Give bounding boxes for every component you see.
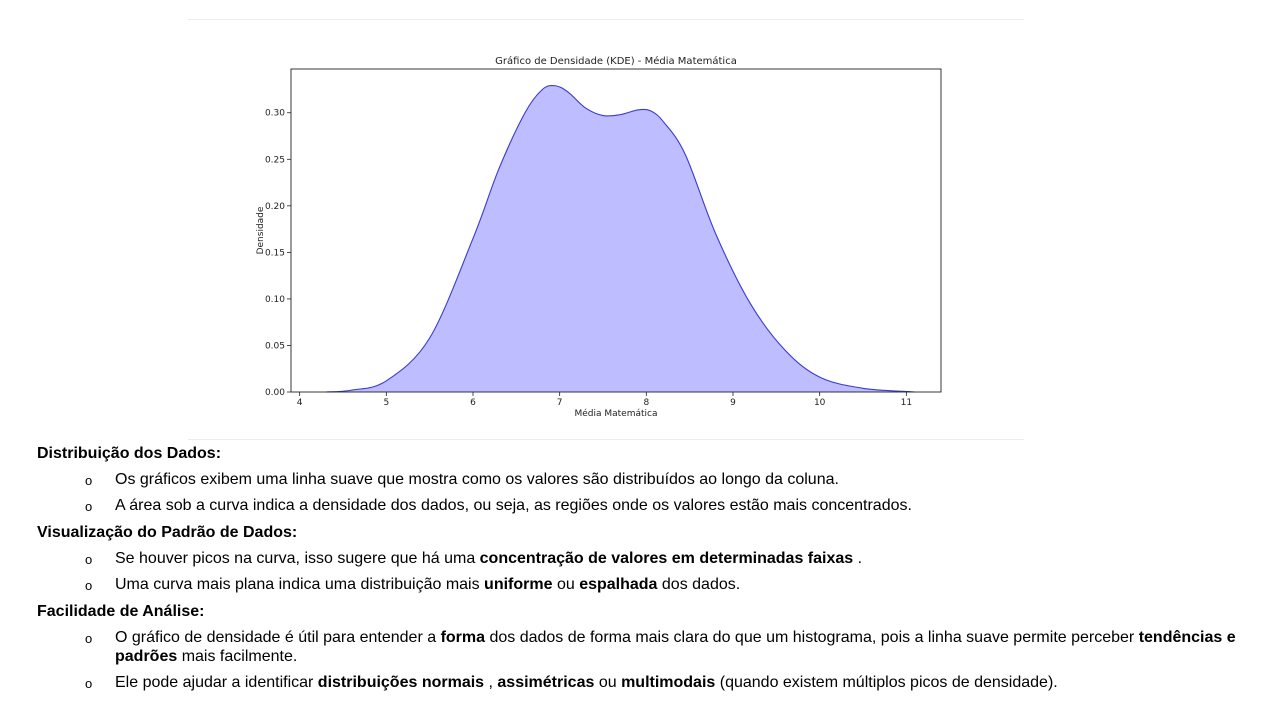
y-tick-label: 0.20 [265,202,285,212]
list-item: o Uma curva mais plana indica uma distrib… [37,575,1247,594]
y-tick-label: 0.15 [265,248,285,258]
emphasis-text: forma [440,629,486,646]
body-text: O gráfico de densidade é útil para enten… [115,629,441,646]
y-tick-label: 0.10 [265,295,285,305]
density-area [325,85,916,392]
body-text: , [484,674,498,691]
section-title: Facilidade de Análise: [37,603,205,620]
bullet-marker: o [85,631,93,646]
bullet-marker: o [85,676,93,691]
emphasis-text: uniforme [484,576,553,593]
body-text: (quando existem múltiplos picos de densi… [715,674,1058,691]
section: Visualização do Padrão de Dados: o Se houv… [37,524,1247,594]
emphasis-text: concentração de valores em determinadas … [479,550,854,567]
x-axis-label: Média Matemática [574,408,657,419]
emphasis-text: multimodais [621,674,716,691]
body-text: . [853,550,863,567]
density-chart: 4 5 6 7 8 9 10 11 0.00 0.05 0.10 0.15 0.20 0.25 0.30 Gr… [256,55,942,419]
list-item: o Se houver picos na curva, isso sugere q… [37,549,1247,568]
x-tick-label: 9 [730,398,736,408]
emphasis-text: espalhada [579,576,658,593]
bullet-marker: o [85,578,93,593]
y-tick-label: 0.25 [265,155,285,165]
x-tick-label: 5 [383,398,389,408]
bullet-list: o O gráfico de densidade é útil para ente… [37,628,1247,692]
y-tick-label: 0.05 [265,341,285,351]
x-tick-label: 4 [297,398,303,408]
emphasis-text: assimétricas [497,674,595,691]
section: Distribuição dos Dados: o Os gráficos exib… [37,445,1247,515]
x-tick-label: 7 [557,398,563,408]
list-item: o O gráfico de densidade é útil para ente… [37,628,1247,666]
body-text: dos dados de forma mais clara do que um … [485,629,1139,646]
x-tick-label: 11 [901,398,912,408]
body-text: ou [594,674,622,691]
body-text: Os gráficos exibem uma linha suave que m… [115,471,839,488]
list-item: o Ele pode ajudar a identificar distribui… [37,673,1247,692]
section-title: Distribuição dos Dados: [37,445,222,462]
section-title: Visualização do Padrão de Dados: [37,524,298,541]
y-tick-label: 0.00 [265,388,285,398]
list-item: o Os gráficos exibem uma linha suave que … [37,470,1247,489]
section: Facilidade de Análise: o O gráfico de dens… [37,603,1247,692]
bullet-list: o Se houver picos na curva, isso sugere q… [37,549,1247,594]
bullet-marker: o [85,473,93,488]
emphasis-text: distribuições normais [317,674,485,691]
chart-title: Gráfico de Densidade (KDE) - Média Matem… [495,55,737,67]
y-tick-label: 0.30 [265,109,285,119]
body-text: Ele pode ajudar a identificar [115,674,318,691]
bullet-marker: o [85,552,93,567]
list-item: o A área sob a curva indica a densidade d… [37,496,1247,515]
body-text: mais facilmente. [177,648,298,665]
document-body: Distribuição dos Dados: o Os gráficos exib… [37,445,1247,701]
x-tick-label: 10 [814,398,826,408]
body-text: ou [552,576,580,593]
body-text: A área sob a curva indica a densidade do… [115,497,912,514]
body-text: Se houver picos na curva, isso sugere qu… [115,550,480,567]
body-text: Uma curva mais plana indica uma distribu… [115,576,485,593]
x-tick-label: 6 [470,398,476,408]
body-text: dos dados. [657,576,741,593]
x-tick-label: 8 [643,398,649,408]
bullet-list: o Os gráficos exibem uma linha suave que … [37,470,1247,515]
bullet-marker: o [85,499,93,514]
y-axis-label: Densidade [256,206,266,254]
